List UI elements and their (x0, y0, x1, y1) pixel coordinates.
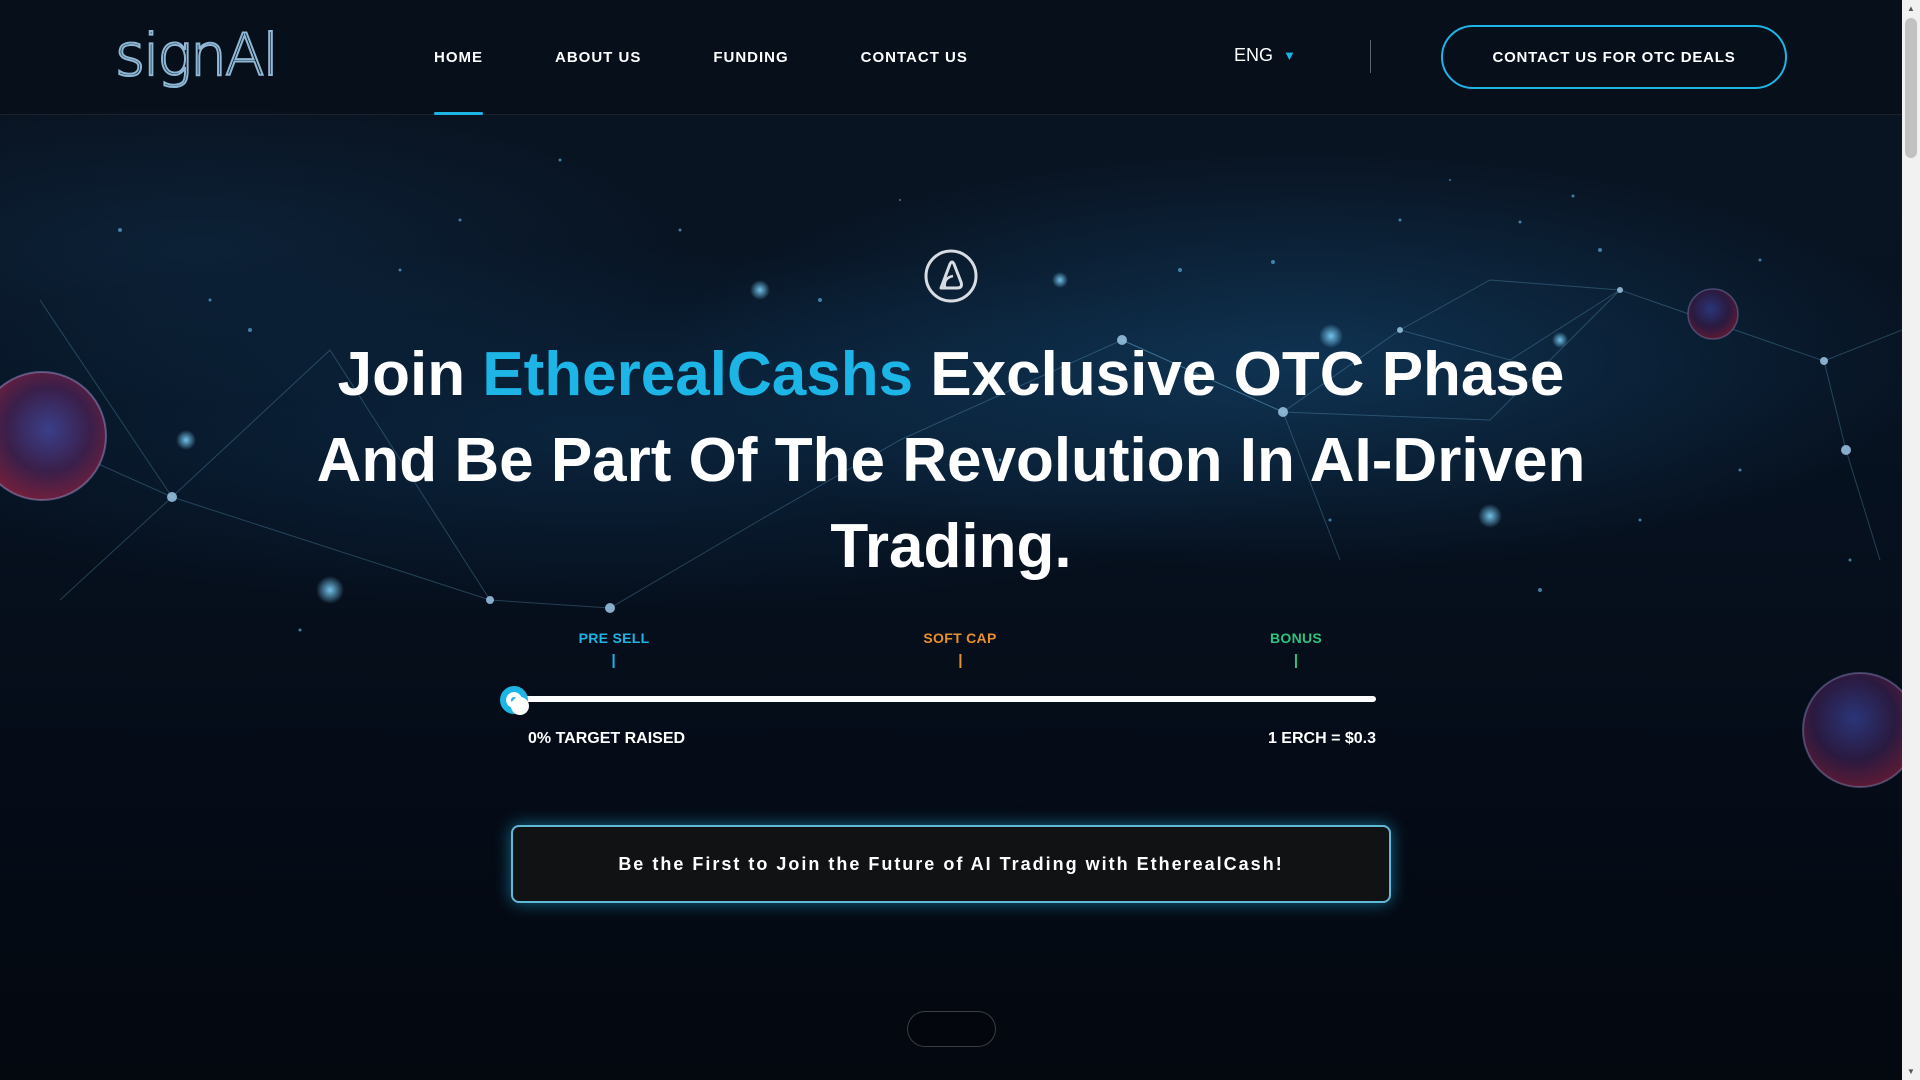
page-scrollbar[interactable]: ▲ ▼ (1902, 0, 1920, 1080)
decorative-orb (0, 371, 107, 501)
marker-label: SOFT CAP (923, 630, 997, 646)
chevron-down-icon: ▼ (1283, 48, 1296, 63)
signal-a-logo-icon (923, 248, 979, 304)
nav-item-contact-us[interactable]: CONTACT US (861, 0, 968, 115)
headline-part1: Join (337, 340, 483, 409)
marker-label: PRE SELL (578, 630, 650, 646)
scroll-up-arrow-icon[interactable]: ▲ (1902, 0, 1920, 17)
join-cta-button[interactable]: Be the First to Join the Future of AI Tr… (511, 825, 1391, 903)
hero-headline: Join EtherealCashs Exclusive OTC Phase A… (300, 332, 1602, 590)
marker-pre-sell: PRE SELL (579, 630, 650, 668)
logo-text: signAl (114, 21, 280, 89)
marker-bonus: BONUS (1270, 630, 1322, 668)
progress-track (514, 696, 1376, 702)
site-logo[interactable]: signAl (114, 21, 285, 89)
token-rate-label: 1 ERCH = $0.3 (1267, 730, 1376, 747)
nav-item-home[interactable]: HOME (434, 0, 483, 115)
marker-tick (959, 654, 961, 668)
scrollbar-thumb[interactable] (1905, 18, 1917, 158)
contact-otc-button[interactable]: CONTACT US FOR OTC DEALS (1441, 25, 1787, 89)
nav-item-about-us[interactable]: ABOUT US (555, 0, 641, 115)
nav-item-funding[interactable]: FUNDING (713, 0, 788, 115)
site-header: signAl HOME ABOUT US FUNDING CONTACT US … (0, 0, 1902, 115)
header-divider (1370, 40, 1371, 73)
scroll-down-arrow-icon[interactable]: ▼ (1902, 1063, 1920, 1080)
decorative-orb (1687, 288, 1739, 340)
main-nav: HOME ABOUT US FUNDING CONTACT US (434, 0, 1040, 115)
decorative-orb (1802, 672, 1902, 788)
marker-soft-cap: SOFT CAP (923, 630, 996, 668)
language-selector[interactable]: ENG ▼ (1234, 45, 1296, 66)
language-label: ENG (1234, 45, 1274, 65)
marker-tick (1295, 654, 1297, 668)
scroll-down-indicator[interactable] (907, 1011, 996, 1047)
marker-tick (612, 654, 615, 668)
headline-brand-accent: EtherealCashs (482, 340, 914, 409)
progress-knob (500, 686, 529, 715)
marker-label: BONUS (1269, 630, 1323, 646)
funding-progress: PRE SELL SOFT CAP BONUS 0% TARGET RAISED… (500, 630, 1380, 750)
target-raised-label: 0% TARGET RAISED (528, 730, 686, 747)
